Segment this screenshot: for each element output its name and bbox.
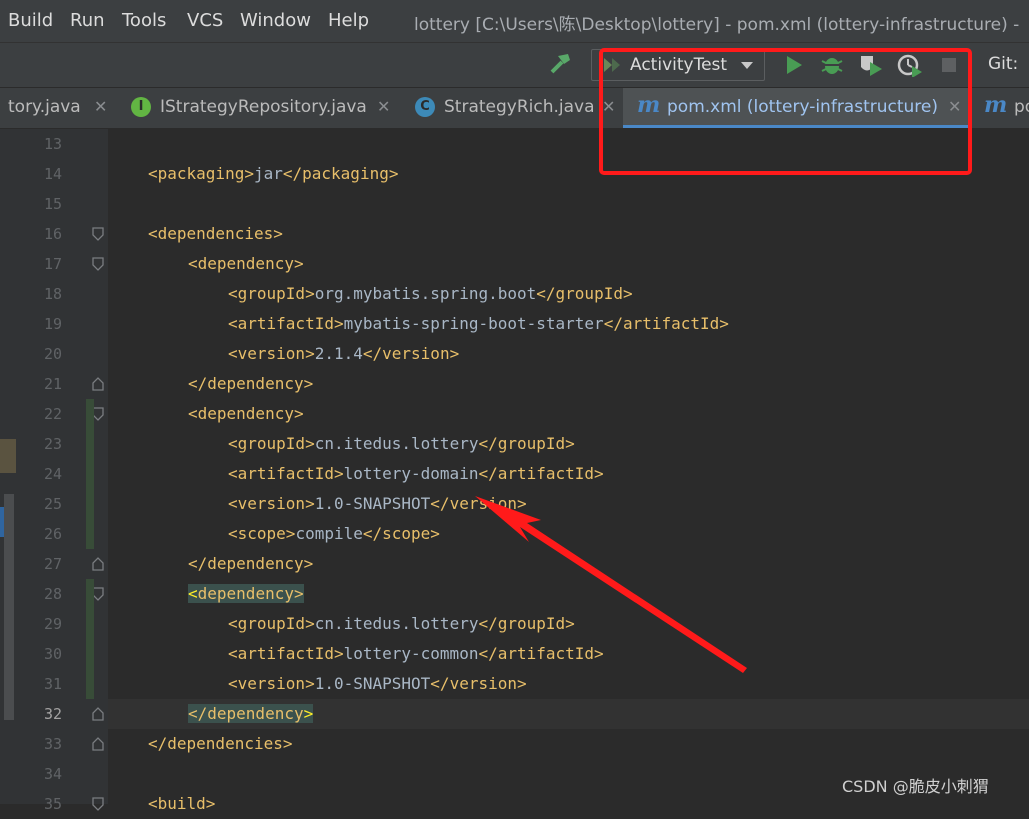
annotation-overlay — [475, 48, 972, 673]
watermark: CSDN @脆皮小刺猬 — [842, 777, 989, 796]
annotation-arrow — [475, 496, 747, 673]
annotation-rectangle — [599, 48, 972, 175]
